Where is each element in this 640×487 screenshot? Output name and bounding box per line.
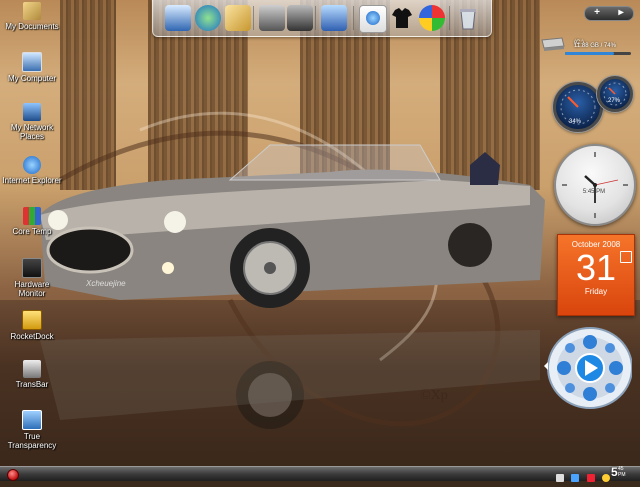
brand-text: Xcheuejine [86, 279, 126, 288]
dock-tools-icon[interactable] [259, 5, 285, 31]
dock-recycle-bin-icon[interactable] [455, 5, 481, 31]
desktop-icon-my-documents[interactable]: My Documents [2, 2, 62, 31]
start-button[interactable] [7, 469, 19, 481]
volume-icon[interactable] [555, 474, 564, 482]
dock-network-globe-icon[interactable] [195, 5, 221, 31]
ram-gauge-needle [603, 82, 627, 106]
desktop-icon-hardware-monitor[interactable]: Hardware Monitor [2, 258, 62, 298]
ram-percent: 27% [607, 98, 620, 104]
desktop-icon-transbar[interactable]: TransBar [2, 360, 62, 389]
watermark-text: ©Xp [420, 388, 448, 403]
taskbar-clock-ampm: PM [618, 472, 626, 478]
monitor-icon [22, 258, 42, 278]
calendar-icon [620, 251, 632, 263]
rocketdock-icon [22, 310, 42, 330]
network-icon [23, 103, 41, 121]
system-tray [553, 469, 610, 482]
calendar-weekday: Friday [584, 287, 608, 296]
messenger-tray-icon[interactable] [602, 474, 610, 482]
sidebar-next-button[interactable]: ▸ [609, 7, 633, 20]
cpu-percent: 34% [568, 119, 581, 125]
clock-hands [562, 152, 628, 218]
dock-ie-icon[interactable] [359, 5, 387, 33]
desktop-icon-rocketdock[interactable]: RocketDock [2, 310, 62, 341]
network-tray-icon[interactable] [571, 474, 580, 482]
dock-display-icon[interactable] [321, 5, 347, 31]
folder-icon [23, 2, 41, 20]
ram-gauge [597, 76, 633, 112]
drive-usage-bar [565, 52, 631, 55]
chart-icon [23, 207, 41, 225]
taskbar-clock-hour[interactable]: 5 [611, 465, 618, 479]
transparency-icon [22, 410, 42, 430]
sidebar-add-button[interactable]: + [585, 7, 609, 20]
dock-tshirt-icon[interactable] [389, 5, 415, 31]
taskbar [0, 466, 640, 482]
dock-separator [315, 6, 316, 30]
dock-computer-icon[interactable] [165, 5, 191, 31]
dock-separator [353, 6, 354, 30]
desktop-icon-core-temp[interactable]: Core Temp [2, 207, 62, 236]
calendar-gadget[interactable]: October 2008 31 Friday [557, 234, 635, 316]
desktop-icon-my-network-places[interactable]: My Network Places [2, 103, 62, 141]
clock-face [554, 144, 636, 226]
security-tray-icon[interactable] [586, 474, 595, 482]
ie-icon [23, 156, 41, 174]
computer-icon [22, 52, 42, 72]
hard-drive-icon [541, 37, 565, 51]
dock-settings-icon[interactable] [287, 5, 313, 31]
desktop-icon-my-computer[interactable]: My Computer [2, 52, 62, 83]
sidebar-controls: + ▸ [584, 6, 634, 21]
transbar-icon [23, 360, 41, 378]
media-player-gadget[interactable] [540, 326, 633, 410]
drive-usage: 11.88 GB / 74% [574, 43, 616, 49]
desktop-icon-internet-explorer[interactable]: Internet Explorer [2, 156, 62, 185]
dock-folder-icon[interactable] [225, 5, 251, 31]
desktop-icon-true-transparency[interactable]: True Transparency [2, 410, 62, 450]
clock-time-text: 5:45 PM [582, 189, 606, 195]
rocket-dock [152, 0, 492, 37]
dock-windows-update-icon[interactable] [419, 5, 445, 31]
dock-separator [449, 6, 450, 30]
dock-separator [253, 6, 254, 30]
media-player-controls [544, 327, 633, 409]
